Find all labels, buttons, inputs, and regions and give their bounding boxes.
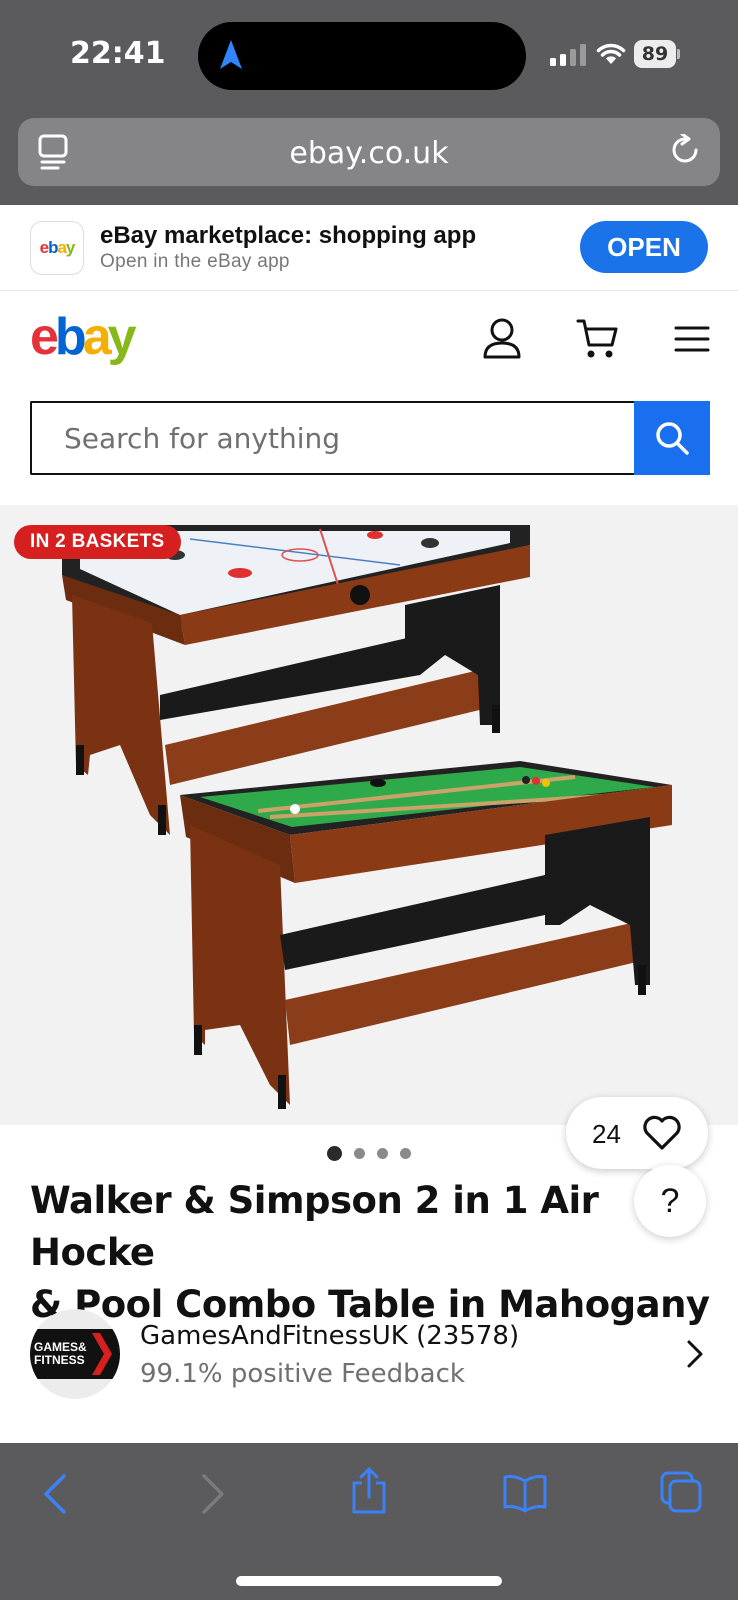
- product-image-gallery[interactable]: IN 2 BASKETS: [0, 505, 738, 1125]
- pool-table: [180, 761, 672, 1109]
- home-indicator[interactable]: [236, 1576, 502, 1586]
- seller-info[interactable]: GAMES& FITNESS GamesAndFitnessUK (23578)…: [0, 1305, 738, 1405]
- seller-name[interactable]: GamesAndFitnessUK (23578): [140, 1321, 519, 1351]
- pagination-dot-4[interactable]: [400, 1148, 411, 1160]
- open-app-button[interactable]: OPEN: [580, 221, 708, 273]
- pagination-dot-3[interactable]: [377, 1148, 388, 1160]
- avatar-chevron-logo: [92, 1333, 112, 1375]
- help-button[interactable]: ?: [634, 1165, 706, 1237]
- ebay-logo[interactable]: ebay: [30, 307, 137, 367]
- web-page: ebay eBay marketplace: shopping app Open…: [0, 205, 738, 1443]
- browser-toolbar: [0, 1443, 738, 1600]
- chevron-right-icon[interactable]: [686, 1339, 704, 1369]
- site-header: ebay: [0, 291, 738, 391]
- product-image[interactable]: [0, 505, 738, 1125]
- share-icon[interactable]: [350, 1467, 388, 1515]
- bookmarks-icon[interactable]: [502, 1473, 548, 1513]
- battery-icon: 89: [634, 40, 680, 68]
- app-banner-title: eBay marketplace: shopping app: [100, 222, 477, 249]
- gallery-pagination: [0, 1145, 738, 1162]
- in-baskets-badge: IN 2 BASKETS: [14, 525, 181, 559]
- url-text[interactable]: ebay.co.uk: [18, 136, 720, 171]
- back-icon[interactable]: [42, 1473, 68, 1515]
- dynamic-island: [198, 22, 526, 90]
- listing-title-line-1: Walker & Simpson 2 in 1 Air Hocke: [30, 1179, 599, 1274]
- search-bar: [30, 401, 710, 475]
- ebay-app-icon: ebay: [30, 221, 84, 275]
- battery-level: 89: [634, 40, 676, 68]
- tabs-icon[interactable]: [660, 1471, 704, 1515]
- menu-icon[interactable]: [674, 325, 710, 353]
- search-button[interactable]: [634, 401, 710, 475]
- smart-app-banner: ebay eBay marketplace: shopping app Open…: [0, 205, 738, 291]
- forward-icon[interactable]: [200, 1473, 226, 1515]
- status-time: 22:41: [70, 36, 166, 71]
- pagination-dot-1[interactable]: [327, 1146, 342, 1162]
- app-banner-subtitle: Open in the eBay app: [100, 251, 290, 272]
- address-bar[interactable]: ebay.co.uk: [18, 118, 720, 186]
- cart-icon[interactable]: [576, 317, 620, 361]
- seller-feedback: 99.1% positive Feedback: [140, 1359, 465, 1389]
- wifi-icon: [596, 43, 626, 64]
- location-arrow-icon: [220, 40, 242, 69]
- search-icon: [656, 422, 689, 455]
- reload-icon[interactable]: [670, 134, 702, 168]
- signal-icon: [550, 44, 586, 66]
- pagination-dot-2[interactable]: [354, 1148, 365, 1160]
- search-input[interactable]: [30, 401, 636, 475]
- seller-avatar: GAMES& FITNESS: [30, 1309, 120, 1399]
- user-icon[interactable]: [482, 317, 522, 359]
- status-bar: 22:41 89: [0, 0, 738, 110]
